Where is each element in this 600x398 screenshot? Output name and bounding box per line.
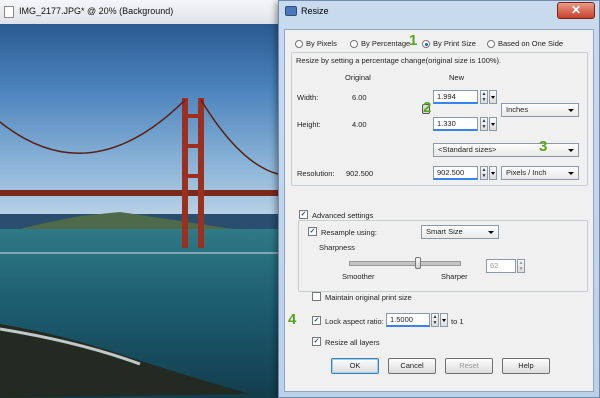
radio-label: By Percentage <box>361 39 411 48</box>
ok-button[interactable]: OK <box>331 358 379 374</box>
resize-dialog: Resize ✕ By Pixels By Percentage By Prin… <box>278 0 600 398</box>
resolution-label: Resolution: <box>297 169 335 178</box>
standard-sizes-select[interactable]: <Standard sizes> <box>433 143 579 157</box>
dialog-titlebar[interactable]: Resize ✕ <box>279 1 599 23</box>
aspect-ratio-input[interactable]: 1.5000 <box>386 313 430 327</box>
height-original: 4.00 <box>352 120 367 129</box>
resize-icon <box>285 6 297 16</box>
height-dropdown-arrow[interactable] <box>489 117 497 131</box>
width-dropdown-arrow[interactable] <box>489 90 497 104</box>
document-icon <box>4 6 14 18</box>
checkbox-unchecked-icon <box>312 292 321 301</box>
radio-label: By Print Size <box>433 39 476 48</box>
radio-icon <box>350 40 358 49</box>
annotation-3: 3 <box>539 138 548 155</box>
height-spinner[interactable]: ▲ ▼ <box>480 117 488 131</box>
width-spinner[interactable]: ▲ ▼ <box>480 90 488 104</box>
resolution-spinner[interactable]: ▲ ▼ <box>480 166 488 180</box>
resample-label: Resample using: <box>321 228 377 237</box>
width-label: Width: <box>297 93 319 102</box>
units-select[interactable]: Inches <box>501 103 579 117</box>
checkbox-checked-icon: ✓ <box>308 227 317 236</box>
annotation-1: 1 <box>409 32 418 49</box>
annotation-4: 4 <box>288 311 297 328</box>
aspect-ratio-suffix: to 1 <box>451 317 464 326</box>
sharpness-value-input[interactable]: 62 <box>486 259 516 273</box>
resolution-input[interactable]: 902.500 <box>433 166 478 180</box>
sharpness-slider-track[interactable] <box>349 257 461 269</box>
radio-label: Based on One Side <box>498 39 564 48</box>
close-button[interactable]: ✕ <box>557 2 595 19</box>
radio-label: By Pixels <box>306 39 337 48</box>
resample-method-select[interactable]: Smart Size <box>421 225 499 239</box>
dialog-title: Resize <box>301 6 329 16</box>
reset-button[interactable]: Reset <box>445 358 493 374</box>
radio-based-on-one-side[interactable]: Based on One Side <box>487 39 564 49</box>
height-input[interactable]: 1.330 <box>433 117 478 131</box>
aspect-ratio-spinner[interactable]: ▲ ▼ <box>431 313 439 327</box>
resolution-dropdown-arrow[interactable] <box>489 166 497 180</box>
advanced-group: ✓ Resample using: Smart Size Sharpness S… <box>298 220 588 292</box>
sharpness-slider-thumb[interactable] <box>415 257 422 269</box>
lock-aspect-label: Lock aspect ratio: <box>325 317 384 326</box>
radio-by-pixels[interactable]: By Pixels <box>295 39 337 49</box>
maintain-print-size-label: Maintain original print size <box>325 293 412 302</box>
cancel-button[interactable]: Cancel <box>388 358 436 374</box>
width-original: 6.00 <box>352 93 367 102</box>
help-button[interactable]: Help <box>502 358 550 374</box>
sharpness-spinner[interactable]: ▲ ▼ <box>517 259 525 273</box>
radio-by-print-size[interactable]: By Print Size <box>422 39 476 49</box>
resize-all-layers-label: Resize all layers <box>325 338 380 347</box>
checkbox-checked-icon: ✓ <box>312 316 321 325</box>
radio-icon <box>487 40 495 49</box>
description-text: Resize by setting a percentage change(or… <box>296 56 502 65</box>
smoother-label: Smoother <box>342 272 375 281</box>
resolution-units-select[interactable]: Pixels / Inch <box>501 166 579 180</box>
advanced-settings-label: Advanced settings <box>312 211 374 220</box>
size-group: Resize by setting a percentage change(or… <box>291 52 588 186</box>
radio-by-percentage[interactable]: By Percentage <box>350 39 411 49</box>
sharper-label: Sharper <box>441 272 468 281</box>
width-input[interactable]: 1.994 <box>433 90 478 104</box>
checkbox-checked-icon: ✓ <box>299 210 308 219</box>
column-original: Original <box>345 73 371 82</box>
radio-icon <box>295 40 303 49</box>
resolution-original: 902.500 <box>346 169 374 178</box>
checkbox-checked-icon: ✓ <box>312 337 321 346</box>
dialog-body: By Pixels By Percentage By Print Size Ba… <box>284 29 594 392</box>
annotation-2: 2 <box>423 99 432 116</box>
aspect-ratio-dropdown-arrow[interactable] <box>440 313 448 327</box>
image-title: IMG_2177.JPG* @ 20% (Background) <box>19 6 174 16</box>
radio-selected-icon <box>422 40 430 49</box>
sharpness-label: Sharpness <box>319 243 355 252</box>
column-new: New <box>449 73 465 82</box>
height-label: Height: <box>297 120 321 129</box>
